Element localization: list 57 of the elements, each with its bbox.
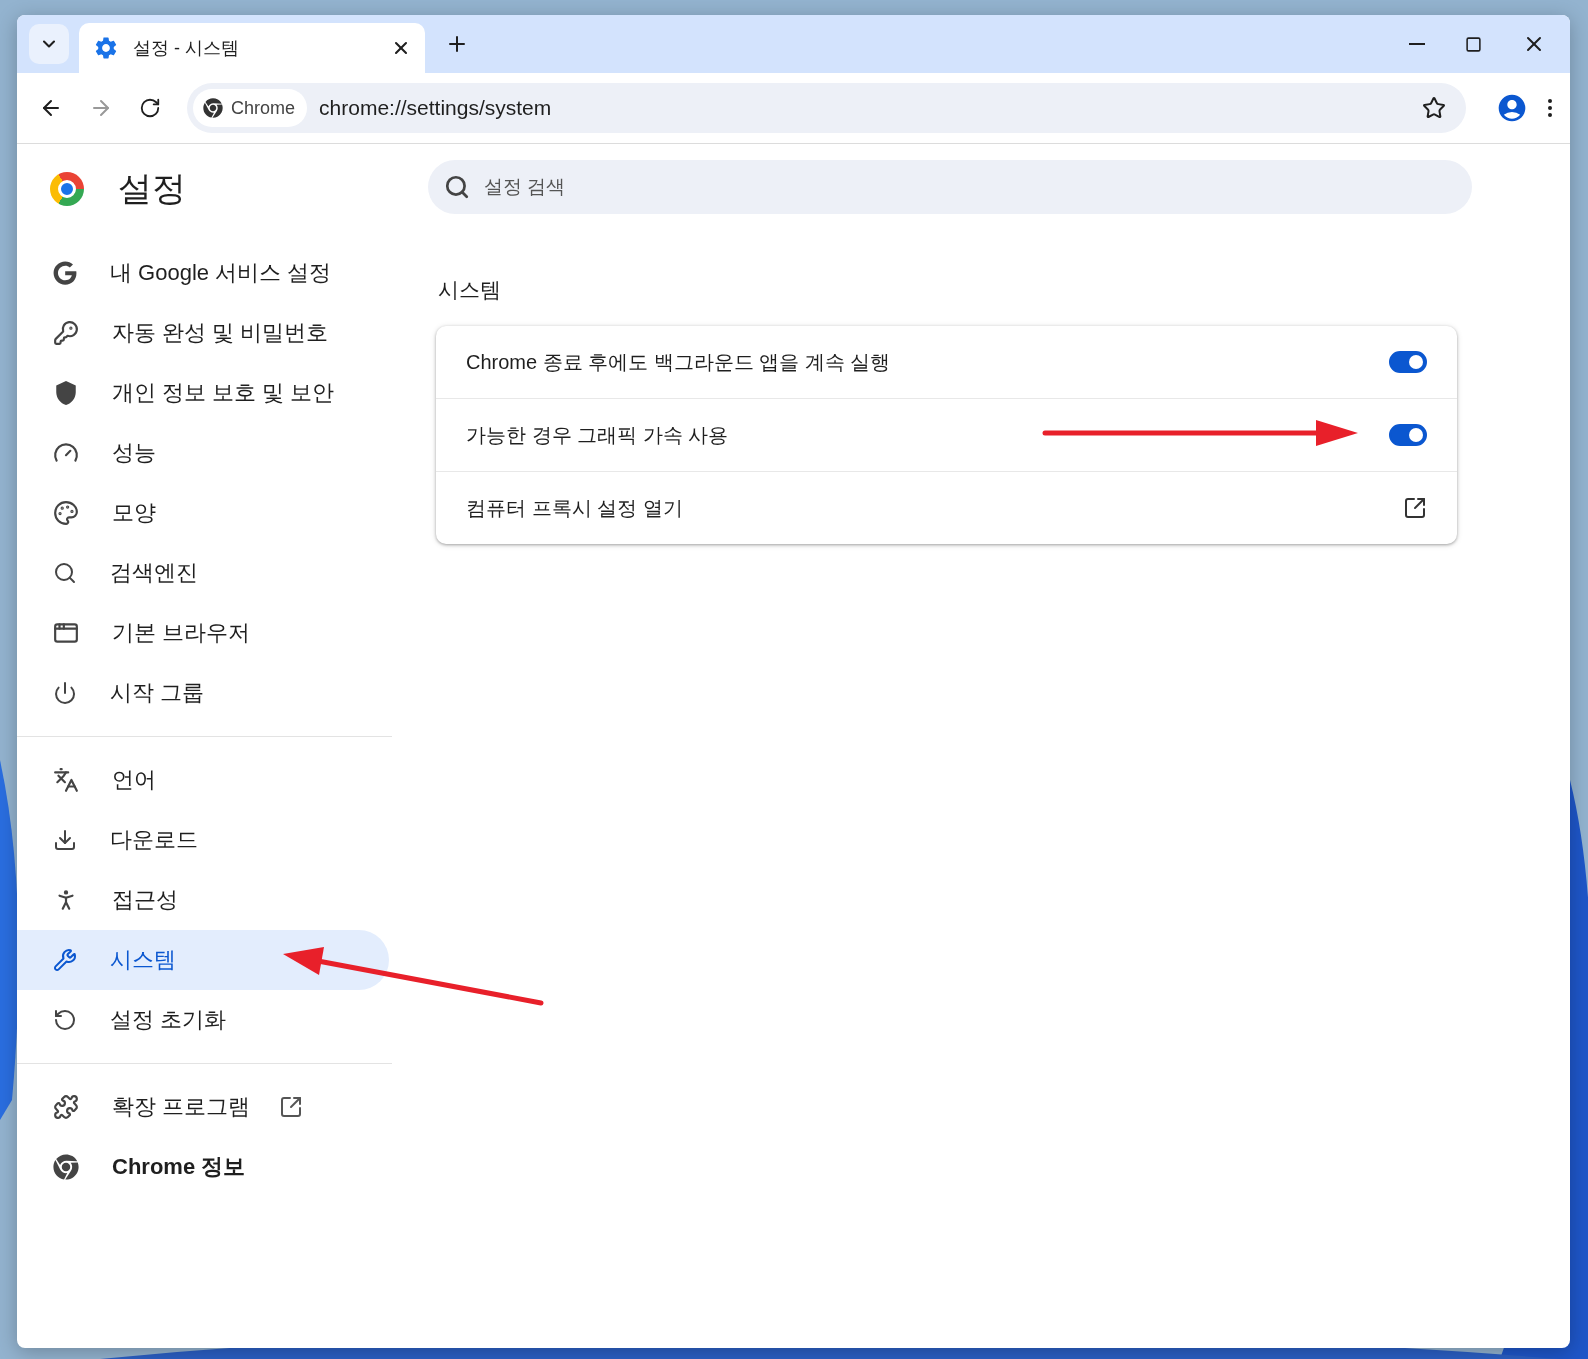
search-icon bbox=[444, 174, 470, 200]
sidebar-item[interactable]: 자동 완성 및 비밀번호 bbox=[17, 303, 389, 363]
minimize-icon bbox=[1409, 43, 1425, 45]
site-chip[interactable]: Chrome bbox=[193, 89, 308, 127]
browser-logo-icon bbox=[53, 1154, 79, 1180]
setting-label: Chrome 종료 후에도 백그라운드 앱을 계속 실행 bbox=[466, 349, 891, 375]
sidebar-item[interactable]: 기본 브라우저 bbox=[17, 603, 389, 663]
sidebar-item[interactable]: 모양 bbox=[17, 483, 389, 543]
window-icon bbox=[53, 620, 79, 646]
sidebar-item[interactable]: 검색엔진 bbox=[17, 543, 389, 603]
sidebar-item[interactable]: 시작 그룹 bbox=[17, 663, 389, 723]
search-field[interactable]: 설정 검색 bbox=[428, 160, 1472, 214]
sidebar-item[interactable]: 개인 정보 보호 및 보안 bbox=[17, 363, 389, 423]
star-icon bbox=[1422, 96, 1446, 120]
power-icon bbox=[53, 681, 77, 705]
palette-icon bbox=[53, 500, 79, 526]
sidebar-item[interactable]: 다운로드 bbox=[17, 810, 389, 870]
search-icon bbox=[53, 561, 77, 585]
external-link-icon[interactable] bbox=[1403, 496, 1427, 520]
tab-title: 설정 - 시스템 bbox=[133, 37, 240, 60]
url-text: chrome://settings/system bbox=[319, 96, 553, 120]
puzzle-icon bbox=[53, 1094, 79, 1120]
shield-icon bbox=[53, 380, 79, 406]
reload-icon bbox=[139, 97, 161, 119]
google-icon bbox=[53, 261, 77, 285]
setting-label: 컴퓨터 프록시 설정 열기 bbox=[466, 495, 683, 521]
section-title: 시스템 bbox=[438, 277, 502, 303]
sidebar-item[interactable]: 언어 bbox=[17, 750, 389, 810]
tab-search-button[interactable] bbox=[29, 24, 69, 64]
menu-button[interactable] bbox=[1548, 99, 1552, 117]
key-icon bbox=[53, 320, 79, 346]
sidebar-item[interactable]: 내 Google 서비스 설정 bbox=[17, 243, 389, 303]
settings-icon bbox=[93, 35, 119, 61]
sidebar-item[interactable]: Chrome 정보 bbox=[17, 1137, 389, 1197]
browser-logo-icon bbox=[203, 98, 223, 118]
download-icon bbox=[53, 828, 77, 852]
toggle-switch[interactable] bbox=[1389, 424, 1427, 446]
sidebar-item[interactable]: 설정 초기화 bbox=[17, 990, 389, 1050]
wrench-icon bbox=[53, 948, 77, 972]
setting-label: 가능한 경우 그래픽 가속 사용 bbox=[466, 422, 729, 448]
sidebar-item[interactable]: 접근성 bbox=[17, 870, 389, 930]
profile-button[interactable] bbox=[1496, 92, 1528, 124]
bookmark-star-button[interactable] bbox=[1422, 96, 1446, 120]
toggle-switch[interactable] bbox=[1389, 351, 1427, 373]
reset-icon bbox=[53, 1008, 77, 1032]
sidebar-item[interactable]: 성능 bbox=[17, 423, 389, 483]
sidebar-item[interactable]: 확장 프로그램 bbox=[17, 1077, 389, 1137]
avatar-icon bbox=[1496, 92, 1528, 124]
reload-button[interactable] bbox=[139, 97, 161, 119]
address-bar[interactable]: Chrome chrome://settings/system bbox=[187, 83, 1466, 133]
maximize-icon bbox=[1465, 35, 1482, 53]
page-title: 설정 bbox=[118, 168, 186, 209]
browser-tab[interactable]: 설정 - 시스템 bbox=[79, 23, 425, 73]
logo-icon bbox=[50, 172, 84, 206]
translate-icon bbox=[53, 767, 79, 793]
menu-icon bbox=[1548, 99, 1552, 117]
sidebar-item[interactable]: 시스템 bbox=[17, 930, 389, 990]
